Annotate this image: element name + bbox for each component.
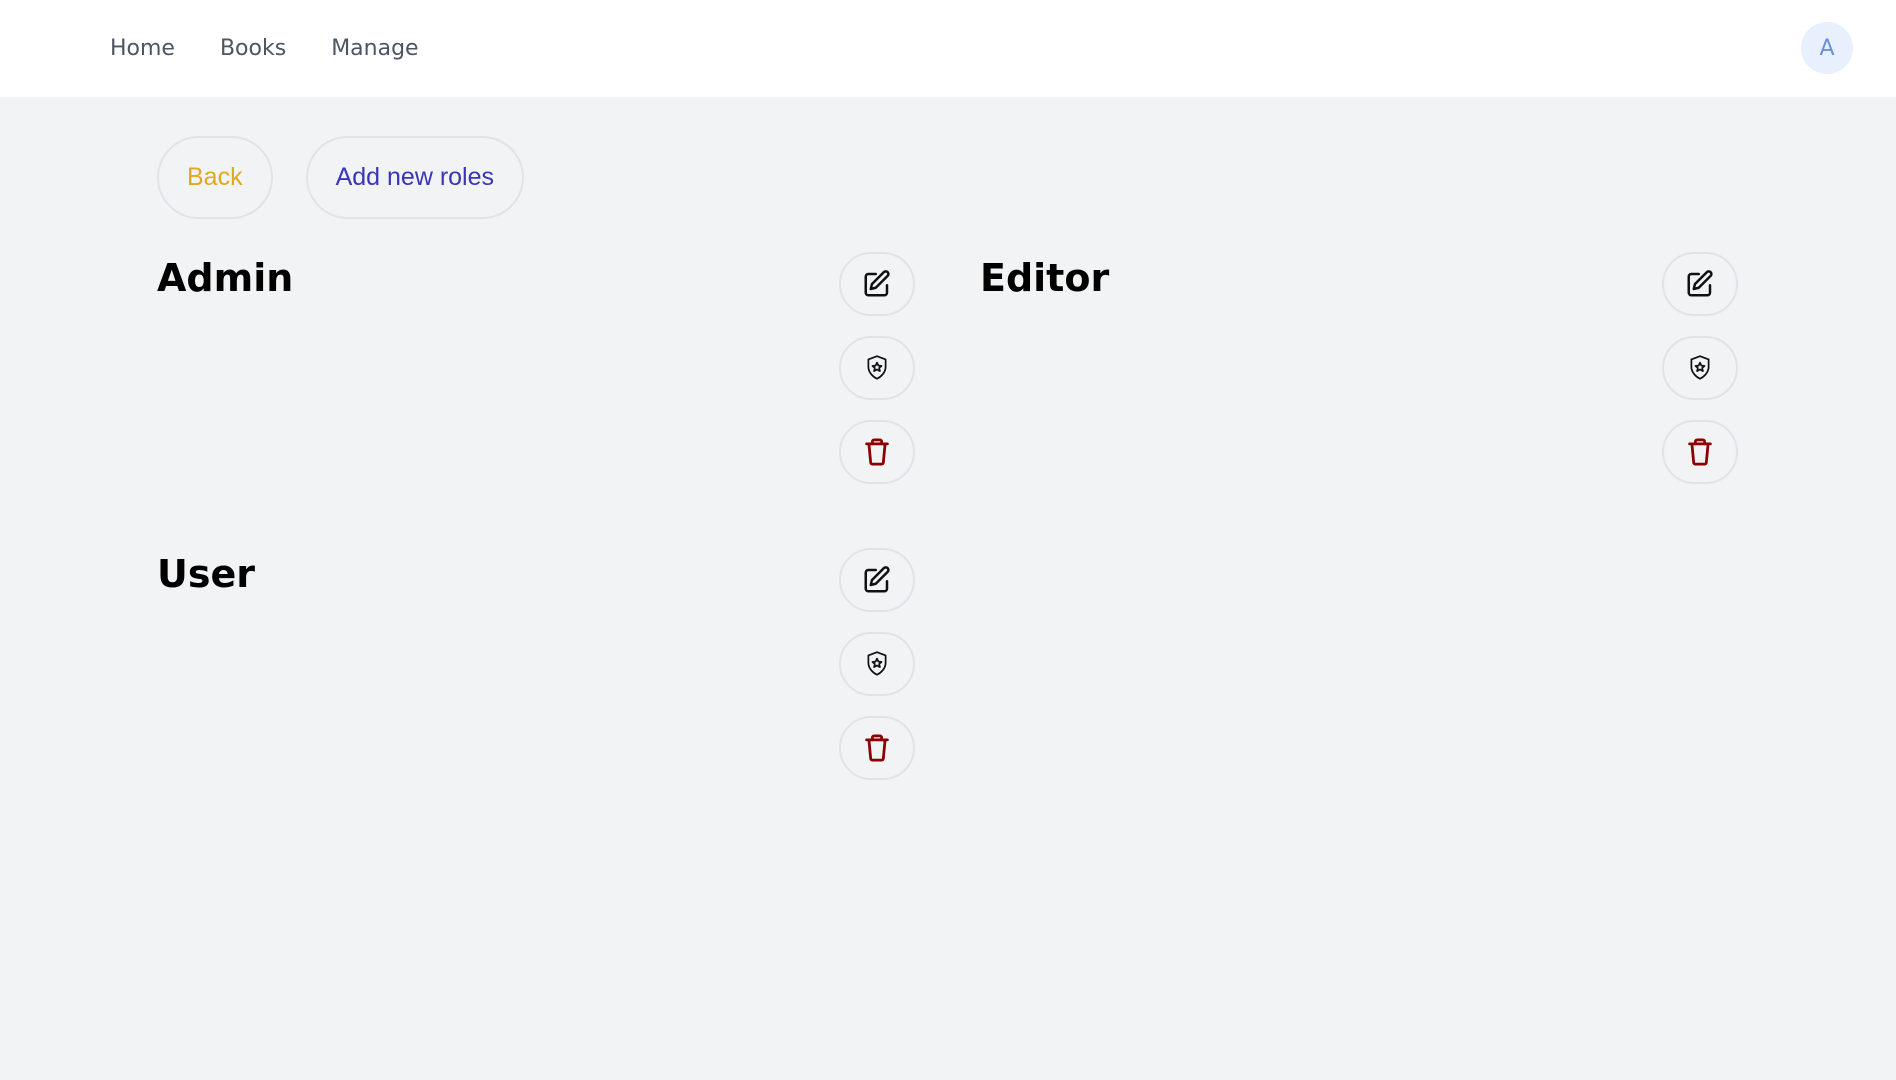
role-name: Editor — [980, 256, 1110, 300]
nav-books-link[interactable]: Books — [220, 36, 286, 61]
role-name: User — [157, 552, 255, 596]
back-button[interactable]: Back — [157, 136, 273, 219]
edit-role-button[interactable] — [839, 252, 915, 316]
edit-icon — [864, 270, 890, 297]
user-avatar[interactable]: A — [1801, 22, 1853, 74]
role-name: Admin — [157, 256, 294, 300]
shield-star-icon — [1690, 355, 1710, 380]
page-actions: Back Add new roles — [157, 136, 525, 219]
trash-icon — [1688, 438, 1712, 466]
delete-role-button[interactable] — [1662, 420, 1738, 484]
top-navbar: Home Books Manage A — [0, 0, 1896, 97]
trash-icon — [865, 438, 889, 466]
nav-home-link[interactable]: Home — [110, 36, 175, 61]
add-new-roles-button[interactable]: Add new roles — [305, 136, 525, 219]
edit-icon — [1687, 270, 1713, 297]
delete-role-button[interactable] — [839, 420, 915, 484]
trash-icon — [865, 734, 889, 762]
delete-role-button[interactable] — [839, 716, 915, 780]
shield-star-icon — [867, 355, 887, 380]
permissions-button[interactable] — [839, 632, 915, 696]
role-actions — [1662, 252, 1738, 484]
shield-star-icon — [867, 651, 887, 676]
permissions-button[interactable] — [1662, 336, 1738, 400]
edit-icon — [864, 566, 890, 593]
edit-role-button[interactable] — [839, 548, 915, 612]
edit-role-button[interactable] — [1662, 252, 1738, 316]
nav-manage-link[interactable]: Manage — [331, 36, 418, 61]
role-actions — [839, 548, 915, 780]
permissions-button[interactable] — [839, 336, 915, 400]
main-nav: Home Books Manage — [110, 0, 419, 97]
role-actions — [839, 252, 915, 484]
